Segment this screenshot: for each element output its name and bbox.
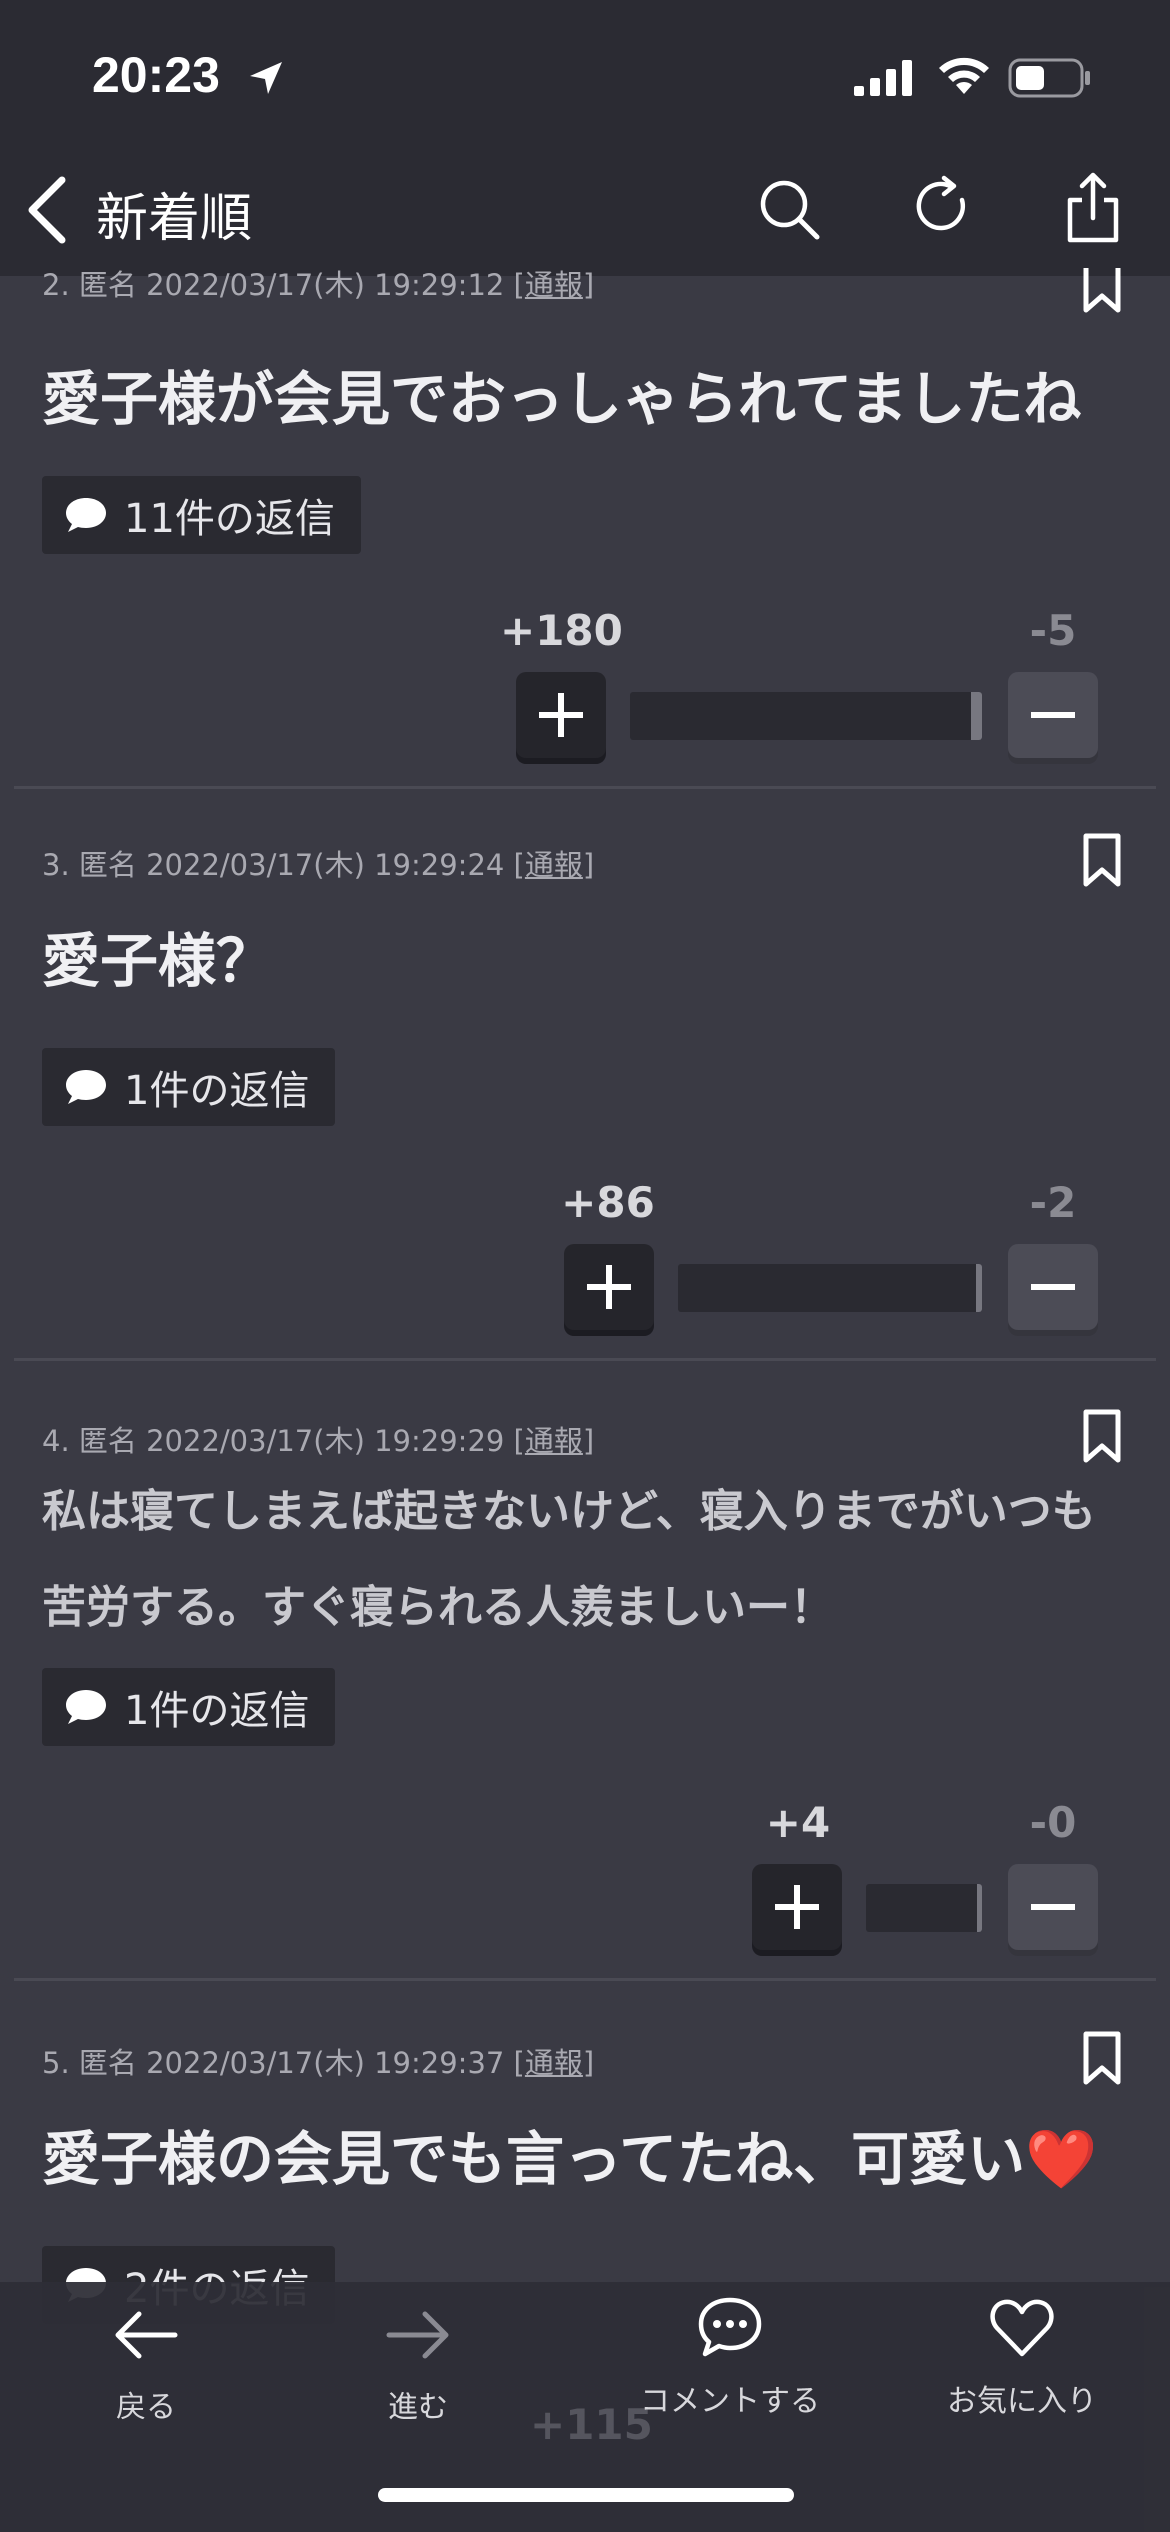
- comment-body: 愛子様？: [42, 927, 275, 995]
- plus-icon: [587, 1265, 631, 1309]
- heart-icon: [990, 2299, 1054, 2357]
- comment-meta: 5. 匿名 2022/03/17(木) 19:29:37 [通報]: [42, 2046, 595, 2080]
- comment-body: 私は寝てしまえば起きないけど、寝入りまでがいつも苦労する。すぐ寝られる人羨ましい…: [42, 1486, 1096, 1633]
- cellular-signal-icon: [854, 60, 912, 96]
- report-link[interactable]: 通報: [525, 1424, 583, 1458]
- plus-vote-count: +86: [561, 1178, 655, 1227]
- report-link[interactable]: 通報: [525, 848, 583, 882]
- reply-count-button[interactable]: 1件の返信: [42, 1668, 336, 1746]
- status-bar: 20:23: [0, 0, 1170, 150]
- bookmark-icon[interactable]: [1080, 2030, 1124, 2086]
- vote-ratio-minus-fill: [977, 1884, 982, 1932]
- comment-body: 愛子様の会見でも言ってたね、可愛い❤️: [42, 2125, 1098, 2193]
- speech-bubble-icon: [66, 1070, 106, 1104]
- battery-icon: [1008, 58, 1090, 98]
- comment-divider: [14, 1358, 1156, 1361]
- favorite-button[interactable]: お気に入り: [876, 2282, 1168, 2482]
- minus-vote-count: -5: [1029, 606, 1077, 655]
- wifi-icon: [939, 57, 989, 94]
- speech-bubble-icon: [66, 1690, 106, 1724]
- share-icon[interactable]: [1060, 170, 1126, 246]
- comment-meta: 2. 匿名 2022/03/17(木) 19:29:12 [通報]: [42, 268, 595, 302]
- vote-ratio-minus-fill: [975, 1264, 982, 1312]
- minus-vote-button[interactable]: [1008, 1244, 1098, 1330]
- back-button[interactable]: 戻る: [0, 2282, 292, 2482]
- plus-vote-button[interactable]: [564, 1244, 654, 1330]
- comment-divider: [14, 786, 1156, 789]
- plus-icon: [539, 693, 583, 737]
- plus-icon: [775, 1885, 819, 1929]
- forward-button[interactable]: 進む: [272, 2282, 564, 2482]
- page-title: 新着順: [96, 189, 253, 249]
- location-arrow-icon: [250, 62, 282, 94]
- vote-ratio-bar: [866, 1884, 982, 1932]
- minus-vote-button[interactable]: [1008, 1864, 1098, 1950]
- arrow-right-icon: [386, 2311, 449, 2359]
- plus-vote-count: +4: [765, 1798, 831, 1847]
- minus-icon: [1031, 712, 1075, 718]
- nav-bar: 新着順: [0, 150, 1170, 276]
- minus-vote-count: -2: [1029, 1178, 1077, 1227]
- vote-ratio-bar: [630, 692, 982, 740]
- minus-icon: [1031, 1284, 1075, 1290]
- reply-count-button[interactable]: 1件の返信: [42, 1048, 336, 1126]
- comment-label: コメントする: [640, 2384, 820, 2419]
- arrow-left-icon: [115, 2311, 178, 2359]
- refresh-icon[interactable]: [910, 174, 976, 240]
- bookmark-icon[interactable]: [1080, 832, 1124, 888]
- report-link[interactable]: 通報: [525, 2046, 583, 2080]
- bookmark-icon[interactable]: [1080, 1408, 1124, 1464]
- plus-vote-button[interactable]: [752, 1864, 842, 1950]
- back-chevron-icon[interactable]: [22, 172, 72, 248]
- report-link[interactable]: 通報: [525, 268, 583, 302]
- reply-count-button[interactable]: 11件の返信: [42, 476, 361, 554]
- plus-vote-count: +180: [500, 606, 623, 655]
- minus-vote-button[interactable]: [1008, 672, 1098, 758]
- minus-vote-count: -0: [1029, 1798, 1077, 1847]
- favorite-label: お気に入り: [947, 2384, 1097, 2419]
- vote-ratio-minus-fill: [971, 692, 982, 740]
- minus-icon: [1031, 1904, 1075, 1910]
- comment-body: 愛子様が会見でおっしゃられてましたね: [42, 365, 1082, 433]
- comment-button[interactable]: コメントする: [584, 2282, 876, 2482]
- comment-meta: 4. 匿名 2022/03/17(木) 19:29:29 [通報]: [42, 1424, 595, 1458]
- status-time: 20:23: [92, 47, 220, 103]
- comment-divider: [14, 1978, 1156, 1981]
- comment-meta: 3. 匿名 2022/03/17(木) 19:29:24 [通報]: [42, 848, 595, 882]
- speech-bubble-icon: [66, 498, 106, 532]
- forward-label: 進む: [388, 2390, 448, 2425]
- search-icon[interactable]: [756, 176, 822, 242]
- plus-vote-button[interactable]: [516, 672, 606, 758]
- comment-bubble-icon: [698, 2297, 762, 2357]
- home-indicator: [378, 2488, 794, 2502]
- vote-ratio-bar: [678, 1264, 982, 1312]
- back-label: 戻る: [116, 2390, 176, 2425]
